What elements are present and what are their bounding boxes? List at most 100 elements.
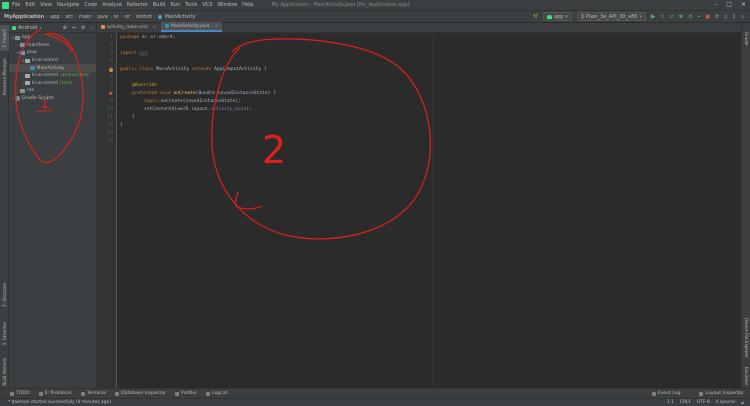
tab-terminal[interactable]: Terminal (80, 391, 106, 396)
gradle-icon (15, 96, 20, 101)
breadcrumb-src[interactable]: src (66, 14, 73, 20)
tree-node[interactable]: › res (9, 87, 96, 95)
menu-navigate[interactable]: Navigate (57, 2, 79, 8)
tab-structure[interactable]: Z: Structure (0, 278, 9, 312)
folded-imports[interactable]: ... (139, 51, 148, 56)
code-line: protected void onCreate(Bundle savedInst… (132, 91, 276, 96)
activity-icon[interactable] (109, 68, 113, 72)
left-tool-stripe: 1: Project Resource Manager Z: Structure… (0, 23, 9, 388)
gear-icon[interactable]: ⚙ (81, 25, 85, 31)
breadcrumb-kr[interactable]: kr (114, 14, 119, 20)
hammer-icon[interactable]: ⚒ (533, 13, 538, 20)
tree-node[interactable]: MainActivity (9, 64, 96, 72)
main-menu: File Edit View Navigate Code Analyze Ref… (12, 2, 254, 8)
search-icon[interactable]: ⌕ (741, 14, 744, 20)
avd-manager-icon[interactable]: ▯ (724, 14, 727, 20)
tree-node[interactable]: › Gradle Scripts (9, 95, 96, 103)
tab-profiler[interactable]: Profiler (174, 391, 197, 396)
sdk-manager-icon[interactable]: ⇩ (732, 14, 736, 20)
menu-file[interactable]: File (12, 2, 20, 8)
sync-gradle-icon[interactable]: ⟳ (715, 14, 719, 20)
source-set-label: (androidTest) (59, 73, 90, 79)
menu-build[interactable]: Build (153, 2, 166, 8)
tab-project[interactable]: 1: Project (0, 25, 9, 51)
apply-code-changes-icon[interactable]: ⇄ (670, 14, 674, 20)
breadcrumb-main[interactable]: main (79, 14, 92, 20)
tab-layout-inspector[interactable]: Layout Inspector (699, 391, 744, 396)
code-line: public class MainActivity extends AppCom… (120, 67, 267, 72)
menu-view[interactable]: View (40, 2, 52, 8)
maximize-icon[interactable]: □ (726, 1, 732, 8)
code-line: super.onCreate(savedInstanceState); (144, 99, 241, 104)
line-number: 13 (107, 131, 113, 136)
tab-gradle[interactable]: Gradle (742, 27, 750, 51)
breadcrumb-project[interactable]: MyApplication (4, 14, 44, 20)
menu-code[interactable]: Code (84, 2, 97, 8)
tree-node[interactable]: › manifests (9, 42, 96, 50)
breadcrumb-java[interactable]: java (97, 14, 107, 20)
tree-node[interactable]: ▾ kr.or.smhrd (9, 57, 96, 65)
tab-todo[interactable]: TODO (10, 391, 30, 396)
database-icon (115, 391, 120, 396)
tree-node[interactable]: › kr.or.smhrd (androidTest) (9, 72, 96, 80)
code-editor[interactable]: package kr.or.smhrd; import ... public c… (120, 33, 741, 388)
collapse-all-icon[interactable]: ⇔ (72, 25, 76, 31)
status-message[interactable]: * daemon started successfully (4 minutes… (8, 400, 111, 405)
profile-icon[interactable]: ◔ (688, 14, 692, 20)
breadcrumb-app[interactable]: app (50, 14, 59, 20)
project-view-select[interactable]: Android (18, 25, 37, 31)
stop-icon[interactable]: ■ (705, 14, 710, 20)
tab-problems[interactable]: 6: Problems (38, 391, 72, 396)
tab-device-file-explorer[interactable]: Device File Explorer (742, 313, 750, 363)
tree-node[interactable]: ▾ java (9, 49, 96, 57)
profiler-icon (174, 391, 179, 396)
menu-refactor[interactable]: Refactor (127, 2, 148, 8)
close-tab-icon[interactable]: × (215, 24, 219, 29)
line-number: 1 (110, 35, 113, 40)
tab-emulator[interactable]: Emulator (742, 365, 750, 387)
locate-icon[interactable]: ⊕ (63, 25, 67, 31)
menu-tools[interactable]: Tools (185, 2, 197, 8)
menu-analyze[interactable]: Analyze (102, 2, 122, 8)
close-tab-icon[interactable]: × (153, 25, 157, 30)
menu-window[interactable]: Window (217, 2, 237, 8)
tab-activity-main-xml[interactable]: activity_main.xml × (97, 22, 161, 32)
device-select[interactable]: Pixel_3a_API_30_x86 ▾ (576, 12, 646, 21)
debug-icon[interactable]: ✱ (679, 14, 683, 20)
hide-icon[interactable]: – (91, 25, 94, 31)
menu-run[interactable]: Run (170, 2, 180, 8)
tab-database-inspector[interactable]: Database Inspector (115, 391, 166, 396)
tab-mainactivity-java[interactable]: MainActivity.java × (160, 22, 223, 32)
lock-icon[interactable]: 🔓︎ (741, 400, 744, 406)
menu-vcs[interactable]: VCS (202, 2, 212, 8)
menu-help[interactable]: Help (242, 2, 253, 8)
close-icon[interactable]: ✕ (741, 1, 746, 8)
tree-node-label: kr.or.smhrd (32, 73, 58, 79)
breadcrumb-smhrd[interactable]: smhrd (136, 14, 152, 20)
file-encoding[interactable]: UTF-8 (697, 400, 710, 406)
attach-debugger-icon[interactable]: ⌖ (697, 14, 700, 20)
tree-node[interactable]: › kr.or.smhrd (test) (9, 80, 96, 88)
tree-node[interactable]: ▾ app (9, 34, 96, 42)
breadcrumb-or[interactable]: or (125, 14, 130, 20)
breadcrumb-mainactivity[interactable]: MainActivity (165, 14, 196, 20)
indent-setting[interactable]: 4 spaces (716, 400, 735, 406)
tab-resource-manager[interactable]: Resource Manager (0, 53, 9, 101)
folder-icon (20, 88, 25, 93)
menu-edit[interactable]: Edit (25, 2, 35, 8)
chevron-down-icon[interactable]: ▾ (39, 25, 41, 30)
run-icon[interactable]: ▶ (651, 13, 656, 20)
minimize-icon[interactable]: – (714, 1, 717, 8)
apply-changes-icon[interactable]: ↻ (660, 14, 664, 20)
tab-favorites[interactable]: 2: Favorites (0, 317, 9, 351)
tab-build-variants[interactable]: Build Variants (0, 355, 9, 389)
caret-position[interactable]: 1:1 (667, 400, 674, 406)
tab-event-log[interactable]: Event Log (651, 391, 680, 396)
run-config-select[interactable]: app ▾ (542, 12, 572, 21)
override-icon[interactable] (109, 92, 112, 95)
tab-logcat[interactable]: Logcat (206, 391, 227, 396)
line-number: 3 (110, 51, 113, 56)
tree-node-label: kr.or.smhrd (32, 58, 58, 64)
class-icon (164, 23, 169, 29)
line-separator[interactable]: CRLF (680, 400, 691, 406)
